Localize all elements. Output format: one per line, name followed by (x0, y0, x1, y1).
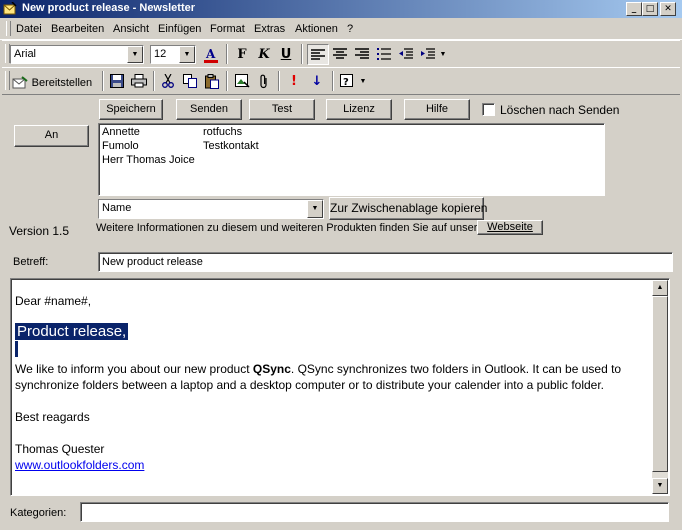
align-right-icon[interactable] (351, 44, 373, 65)
categories-label: Kategorien: (10, 507, 67, 519)
body-paragraph-start: We like to inform you about our new prod… (15, 362, 253, 376)
text-caret (15, 341, 18, 357)
chevron-down-icon[interactable]: ▼ (127, 46, 143, 63)
high-priority-icon[interactable]: ! (283, 71, 305, 92)
subject-input[interactable]: New product release (98, 252, 673, 272)
toolbar-separator (226, 44, 228, 64)
copy-icon[interactable] (179, 71, 201, 92)
insert-image-icon[interactable] (231, 71, 253, 92)
field-select[interactable]: Name ▼ (98, 199, 324, 219)
vertical-scrollbar[interactable]: ▲ ▼ (652, 280, 668, 494)
print-icon[interactable] (128, 71, 150, 92)
info-text: Weitere Informationen zu diesem und weit… (96, 222, 488, 234)
message-body-editor[interactable]: Dear #name#, Product release, We like to… (10, 278, 670, 496)
paste-icon[interactable] (201, 71, 223, 92)
title-bar: New product release - Newsletter _ □ ✕ (0, 0, 682, 18)
subject-value[interactable]: New product release (102, 256, 203, 268)
menu-bar: Datei Bearbeiten Ansicht Einfügen Format… (0, 19, 682, 40)
scroll-thumb[interactable] (652, 296, 668, 472)
recipient-name[interactable]: Fumolo (102, 140, 139, 152)
maximize-button[interactable]: □ (642, 2, 658, 16)
menu-ansicht[interactable]: Ansicht (113, 23, 149, 35)
app-icon (3, 2, 17, 15)
increase-indent-icon[interactable] (417, 44, 439, 65)
body-signature: Thomas Quester (15, 442, 105, 456)
minimize-button[interactable]: _ (626, 2, 642, 16)
senden-button[interactable]: Senden (176, 99, 242, 120)
decrease-indent-icon[interactable] (395, 44, 417, 65)
speichern-button[interactable]: Speichern (99, 99, 163, 120)
field-select-value: Name (102, 202, 132, 214)
hilfe-button[interactable]: Hilfe (404, 99, 470, 120)
low-priority-icon[interactable]: ↓ (306, 71, 328, 92)
toolbar-options-icon[interactable]: ▼ (438, 44, 448, 65)
an-button[interactable]: An (14, 125, 89, 147)
version-label: Version 1.5 (9, 224, 70, 238)
font-value: Arial (14, 48, 37, 60)
toolbar-separator (153, 71, 155, 91)
body-link[interactable]: www.outlookfolders.com (15, 457, 651, 473)
cut-icon[interactable] (157, 71, 179, 92)
toolbar-separator (301, 44, 303, 64)
attach-icon[interactable] (253, 71, 275, 92)
copy-clipboard-button[interactable]: Zur Zwischenablage kopieren (329, 197, 487, 220)
recipient-name[interactable]: Herr Thomas Joice (102, 154, 195, 166)
body-product-name: QSync (252, 362, 291, 376)
align-center-icon[interactable] (329, 44, 351, 65)
save-icon[interactable] (106, 71, 128, 92)
recipient-name[interactable]: Annette (102, 126, 140, 138)
align-left-icon[interactable] (307, 44, 329, 65)
scroll-up-icon[interactable]: ▲ (652, 280, 668, 296)
window-title: New product release - Newsletter (22, 2, 196, 14)
website-button[interactable]: Webseite (477, 220, 543, 235)
recipient-info[interactable]: Testkontakt (203, 140, 259, 152)
toolbar-options-icon[interactable]: ▼ (358, 71, 368, 92)
subject-label: Betreff: (13, 256, 49, 268)
body-greeting: Dear #name#, (15, 294, 92, 308)
toolbar-separator (278, 71, 280, 91)
body-heading-selected[interactable]: Product release, (15, 323, 129, 340)
svg-text:?: ? (343, 77, 349, 88)
chevron-down-icon[interactable]: ▼ (307, 200, 323, 218)
font-size-value: 12 (154, 48, 167, 60)
test-button[interactable]: Test (249, 99, 315, 120)
help-icon[interactable]: ? (336, 71, 358, 92)
toolbar-separator (226, 71, 228, 91)
italic-icon[interactable]: K (253, 44, 275, 65)
message-body[interactable]: Dear #name#, Product release, We like to… (15, 293, 651, 473)
menu-bearbeiten[interactable]: Bearbeiten (51, 23, 104, 35)
font-combo[interactable]: Arial ▼ (10, 45, 144, 64)
menu-format[interactable]: Format (210, 23, 245, 35)
lizenz-button[interactable]: Lizenz (326, 99, 392, 120)
font-color-icon[interactable]: A (200, 44, 222, 65)
delete-after-send-label: Löschen nach Senden (500, 103, 620, 117)
categories-input[interactable] (80, 502, 669, 522)
standard-toolbar: Bereitstellen ! ↓ ? ▼ (2, 67, 680, 95)
underline-icon[interactable]: U (275, 44, 297, 65)
menu-help[interactable]: ? (347, 23, 353, 35)
format-toolbar: Arial ▼ 12 ▼ A F K U ▼ (2, 40, 680, 68)
menu-aktionen[interactable]: Aktionen (295, 23, 338, 35)
recipient-list[interactable]: Annette rotfuchs Fumolo Testkontakt Herr… (98, 123, 605, 196)
recipient-info[interactable]: rotfuchs (203, 126, 242, 138)
scroll-down-icon[interactable]: ▼ (652, 478, 668, 494)
close-button[interactable]: ✕ (660, 2, 676, 16)
font-size-combo[interactable]: 12 ▼ (150, 45, 196, 64)
bold-icon[interactable]: F (231, 44, 253, 65)
menu-datei[interactable]: Datei (16, 23, 42, 35)
toolbar-separator (332, 71, 334, 91)
bullet-list-icon[interactable] (373, 44, 395, 65)
toolbar-separator (102, 71, 104, 91)
body-paragraph: We like to inform you about our new prod… (15, 361, 651, 393)
body-closing: Best reagards (15, 410, 90, 424)
svg-text:A: A (205, 47, 216, 61)
chevron-down-icon[interactable]: ▼ (179, 46, 195, 63)
delete-after-send-checkbox[interactable] (482, 103, 495, 116)
menu-extras[interactable]: Extras (254, 23, 285, 35)
menu-grip[interactable] (6, 21, 11, 36)
bereitstellen-button[interactable]: Bereitstellen (10, 71, 98, 92)
menu-einfuegen[interactable]: Einfügen (158, 23, 201, 35)
bereitstellen-label: Bereitstellen (31, 77, 93, 89)
